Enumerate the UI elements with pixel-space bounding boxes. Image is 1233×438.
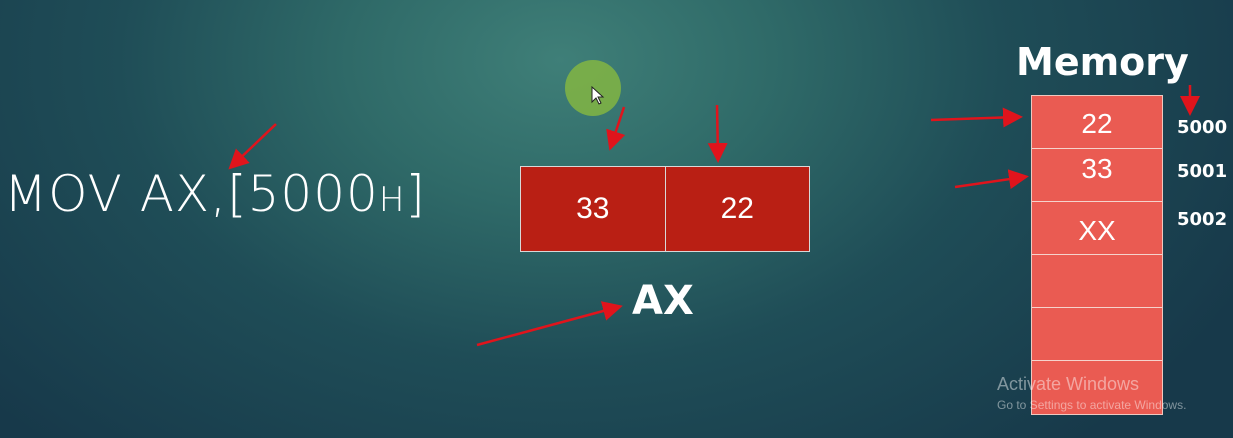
arrow-to-ax-label [476,301,623,347]
arrow-to-mem-5001 [954,169,1029,190]
arrow-to-mem-5000 [930,107,1023,128]
arrow-to-ax-high [606,106,626,151]
arrow-to-instruction [228,123,277,170]
annotation-arrows [228,85,1200,347]
arrow-to-ax-low [707,104,728,163]
